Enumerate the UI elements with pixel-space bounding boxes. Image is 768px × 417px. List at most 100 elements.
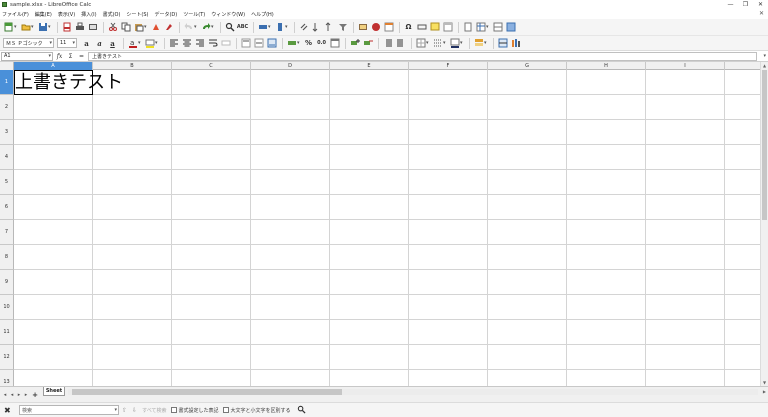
percent-format-icon[interactable]: % xyxy=(303,38,314,49)
column-header-a[interactable]: A xyxy=(14,62,93,70)
find-all-button[interactable]: すべて検索 xyxy=(142,407,166,414)
align-left-icon[interactable] xyxy=(168,38,179,49)
find-replace-icon[interactable] xyxy=(224,22,235,33)
chevron-down-icon[interactable]: ▾ xyxy=(285,24,289,30)
column-header-h[interactable]: H xyxy=(567,62,646,70)
close-window-button[interactable]: ✕ xyxy=(753,0,768,9)
column-header-g[interactable]: G xyxy=(488,62,567,70)
menu-tools[interactable]: ツール(T) xyxy=(183,11,205,18)
underline-icon[interactable]: a xyxy=(107,38,118,49)
add-decimal-icon[interactable] xyxy=(349,38,360,49)
chevron-down-icon[interactable]: ▾ xyxy=(48,53,51,59)
paste-icon[interactable] xyxy=(133,22,144,33)
row-header-8[interactable]: 8 xyxy=(0,245,14,270)
merge-cells-icon[interactable] xyxy=(220,38,231,49)
row-header-10[interactable]: 10 xyxy=(0,295,14,320)
row-header-12[interactable]: 12 xyxy=(0,345,14,370)
horizontal-scrollbar[interactable] xyxy=(68,389,758,395)
close-document-icon[interactable]: ✕ xyxy=(759,10,764,17)
menu-help[interactable]: ヘルプ(H) xyxy=(251,11,274,18)
vertical-scrollbar[interactable]: ▲ ▼ xyxy=(760,62,768,386)
row-header-7[interactable]: 7 xyxy=(0,220,14,245)
chevron-down-icon[interactable]: ▾ xyxy=(114,407,117,413)
align-right-icon[interactable] xyxy=(194,38,205,49)
border-color-icon[interactable] xyxy=(449,38,460,49)
chevron-down-icon[interactable]: ▾ xyxy=(14,24,18,30)
align-bottom-icon[interactable] xyxy=(266,38,277,49)
column-header-d[interactable]: D xyxy=(251,62,330,70)
sort-ascending-icon[interactable] xyxy=(324,22,335,33)
hyperlink-icon[interactable] xyxy=(298,22,309,33)
scroll-up-icon[interactable]: ▲ xyxy=(761,62,768,69)
menu-view[interactable]: 表示(V) xyxy=(58,11,75,18)
pivot-table-icon[interactable] xyxy=(383,22,394,33)
font-name-select[interactable]: ＭＳ Ｐゴシック ▾ xyxy=(3,38,54,48)
new-document-icon[interactable] xyxy=(3,22,14,33)
save-icon[interactable] xyxy=(37,22,48,33)
chevron-down-icon[interactable]: ▾ xyxy=(48,24,52,30)
show-draw-functions-icon[interactable] xyxy=(505,22,516,33)
row-header-2[interactable]: 2 xyxy=(0,95,14,120)
undo-icon[interactable] xyxy=(183,22,194,33)
print-icon[interactable] xyxy=(74,22,85,33)
previous-sheet-icon[interactable]: ◂ xyxy=(9,391,15,398)
cut-icon[interactable] xyxy=(107,22,118,33)
menu-window[interactable]: ウィンドウ(W) xyxy=(211,11,245,18)
conditional-format-icon[interactable] xyxy=(473,38,484,49)
comment-icon[interactable] xyxy=(429,22,440,33)
chevron-down-icon[interactable]: ▾ xyxy=(443,40,447,46)
borders-icon[interactable] xyxy=(415,38,426,49)
find-previous-icon[interactable]: ⇧ xyxy=(122,407,127,414)
menu-edit[interactable]: 編集(E) xyxy=(35,11,52,18)
menu-file[interactable]: ファイル(F) xyxy=(2,11,29,18)
special-character-icon[interactable]: Ω xyxy=(403,22,414,33)
scroll-down-icon[interactable]: ▼ xyxy=(761,379,768,386)
sheet-tab[interactable]: Sheet xyxy=(43,387,65,396)
chevron-down-icon[interactable]: ▾ xyxy=(460,40,464,46)
chevron-down-icon[interactable]: ▾ xyxy=(155,40,159,46)
menu-insert[interactable]: 挿入(I) xyxy=(81,11,96,18)
date-format-icon[interactable] xyxy=(329,38,340,49)
next-sheet-icon[interactable]: ▸ xyxy=(16,391,22,398)
currency-format-icon[interactable] xyxy=(286,38,297,49)
increase-indent-icon[interactable] xyxy=(382,38,393,49)
row-header-13[interactable]: 13 xyxy=(0,370,14,386)
align-middle-icon[interactable] xyxy=(253,38,264,49)
row-header-4[interactable]: 4 xyxy=(0,145,14,170)
match-case-checkbox[interactable] xyxy=(222,407,229,413)
hyperlink-insert-icon[interactable] xyxy=(416,22,427,33)
print-preview-icon[interactable] xyxy=(87,22,98,33)
row-header-3[interactable]: 3 xyxy=(0,120,14,145)
copy-icon[interactable] xyxy=(120,22,131,33)
bar-chart-style-icon[interactable] xyxy=(510,38,521,49)
chevron-down-icon[interactable]: ▾ xyxy=(72,40,75,46)
define-print-area-icon[interactable] xyxy=(462,22,473,33)
chevron-down-icon[interactable]: ▾ xyxy=(426,40,430,46)
column-header-c[interactable]: C xyxy=(172,62,251,70)
formatted-display-checkbox[interactable] xyxy=(170,407,177,413)
chevron-down-icon[interactable]: ▾ xyxy=(31,24,35,30)
export-pdf-icon[interactable] xyxy=(61,22,72,33)
chevron-down-icon[interactable]: ▾ xyxy=(297,40,301,46)
headers-footers-icon[interactable] xyxy=(442,22,453,33)
menu-sheet[interactable]: シート(S) xyxy=(126,11,148,18)
clear-formatting-icon[interactable] xyxy=(163,22,174,33)
vertical-scroll-thumb[interactable] xyxy=(762,70,767,220)
clone-formatting-icon[interactable] xyxy=(150,22,161,33)
bold-icon[interactable]: a xyxy=(81,38,92,49)
chevron-down-icon[interactable]: ▾ xyxy=(194,24,198,30)
align-top-icon[interactable] xyxy=(240,38,251,49)
image-icon[interactable] xyxy=(357,22,368,33)
maximize-button[interactable]: ❐ xyxy=(738,0,753,9)
row-header-6[interactable]: 6 xyxy=(0,195,14,220)
highlight-color-icon[interactable] xyxy=(144,38,155,49)
cell-area[interactable] xyxy=(14,70,768,386)
column-header-e[interactable]: E xyxy=(330,62,409,70)
row-header-5[interactable]: 5 xyxy=(0,170,14,195)
autofilter-icon[interactable] xyxy=(337,22,348,33)
first-sheet-icon[interactable]: ◂ xyxy=(2,391,8,398)
chevron-down-icon[interactable]: ▾ xyxy=(211,24,215,30)
spreadsheet-grid[interactable]: A B C D E F G H I 1 2 3 4 5 6 7 8 9 10 1… xyxy=(0,62,768,386)
close-find-bar-icon[interactable]: ✖ xyxy=(4,406,14,415)
chevron-down-icon[interactable]: ▾ xyxy=(144,24,148,30)
